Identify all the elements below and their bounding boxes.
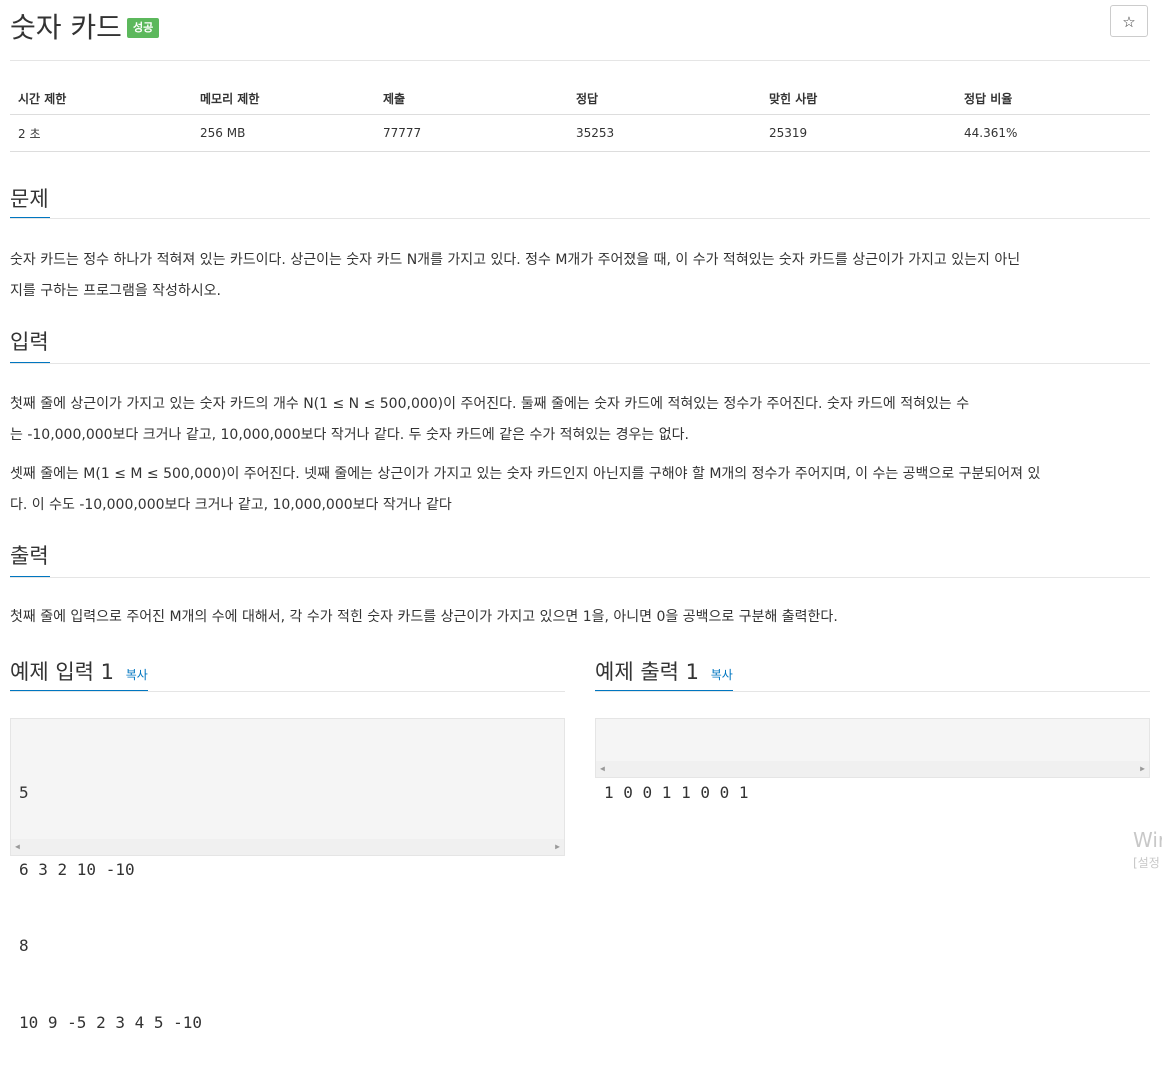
example-output-title: 예제 출력 1 복사 [595,656,733,686]
copy-output-link[interactable]: 복사 [711,668,733,682]
problem-info-table: 시간 제한 메모리 제한 제출 정답 맞힌 사람 정답 비율 2 초 256 M… [10,82,1150,152]
scroll-left-icon[interactable]: ◀ [600,764,605,774]
example-input-divider [10,691,565,692]
problem-section-divider [10,218,1150,219]
status-badge: 성공 [127,18,160,38]
example-output-code: 1 0 0 1 1 0 0 1 ◀ ▶ [595,718,1150,802]
problem-description: 숫자 카드는 정수 하나가 적혀져 있는 카드이다. 상근이는 숫자 카드 N개… [10,245,1160,307]
submissions-header: 제출 [375,82,568,115]
input-section-title: 입력 [10,330,49,354]
input-description-2: 셋째 줄에는 M(1 ≤ M ≤ 500,000)이 주어진다. 넷째 줄에는 … [10,459,1160,521]
problem-section-title: 문제 [10,187,49,211]
code-line: 8 [19,936,29,955]
output-section-divider [10,577,1150,578]
output-description: 첫째 줄에 입력으로 주어진 M개의 수에 대해서, 각 수가 적힌 숫자 카드… [10,602,1160,633]
star-button[interactable]: ☆ [1110,5,1148,37]
code-line: 10 9 -5 2 3 4 5 -10 [19,1012,203,1032]
input-line: 셋째 줄에는 M(1 ≤ M ≤ 500,000)이 주어진다. 넷째 줄에는 … [10,466,1041,482]
horizontal-scrollbar[interactable]: ◀ ▶ [11,839,564,855]
memory-limit-value: 256 MB [192,114,375,152]
solved-users-header: 맞힌 사람 [761,82,956,115]
example-output-title-text: 예제 출력 1 [595,660,699,684]
problem-line: 지를 구하는 프로그램을 작성하시오. [10,283,221,299]
input-section-divider [10,363,1150,364]
code-line: 6 3 2 10 -10 [19,859,135,879]
solved-users-value: 25319 [761,114,956,152]
output-line: 첫째 줄에 입력으로 주어진 M개의 수에 대해서, 각 수가 적힌 숫자 카드… [10,609,838,625]
code-line: 5 [19,783,29,802]
input-line: 다. 이 수도 -10,000,000보다 크거나 같고, 10,000,000… [10,497,452,513]
os-watermark-line2: [설정 [1133,856,1160,870]
star-icon: ☆ [1122,13,1136,31]
copy-input-link[interactable]: 복사 [126,668,148,682]
accepted-value: 35253 [568,114,761,152]
scroll-right-icon[interactable]: ▶ [1140,764,1145,774]
submissions-value: 77777 [375,114,568,152]
header-divider [10,60,1150,61]
scroll-right-icon[interactable]: ▶ [555,842,560,852]
os-watermark-line1: Wir [1133,828,1162,852]
example-input-code: 5 6 3 2 10 -10 8 10 9 -5 2 3 4 5 -10 ◀ ▶ [10,718,565,1032]
time-limit-value: 2 초 [10,114,192,152]
scroll-left-icon[interactable]: ◀ [15,842,20,852]
input-line: 는 -10,000,000보다 크거나 같고, 10,000,000보다 작거나… [10,427,689,443]
code-line: 1 0 0 1 1 0 0 1 [604,783,749,802]
input-line: 첫째 줄에 상근이가 가지고 있는 숫자 카드의 개수 N(1 ≤ N ≤ 50… [10,396,970,412]
output-section-title: 출력 [10,544,49,568]
problem-line: 숫자 카드는 정수 하나가 적혀져 있는 카드이다. 상근이는 숫자 카드 N개… [10,252,1021,268]
example-input-title-text: 예제 입력 1 [10,660,114,684]
input-description-1: 첫째 줄에 상근이가 가지고 있는 숫자 카드의 개수 N(1 ≤ N ≤ 50… [10,389,1160,451]
accepted-header: 정답 [568,82,761,115]
horizontal-scrollbar[interactable]: ◀ ▶ [596,761,1149,777]
example-output-divider [595,691,1150,692]
accept-ratio-header: 정답 비율 [956,82,1150,115]
time-limit-header: 시간 제한 [10,82,192,115]
accept-ratio-value: 44.361% [956,114,1150,152]
memory-limit-header: 메모리 제한 [192,82,375,115]
problem-title: 숫자 카드 [10,11,122,44]
table-row: 2 초 256 MB 77777 35253 25319 44.361% [10,114,1150,152]
table-header-row: 시간 제한 메모리 제한 제출 정답 맞힌 사람 정답 비율 [10,82,1150,115]
example-input-title: 예제 입력 1 복사 [10,656,148,686]
